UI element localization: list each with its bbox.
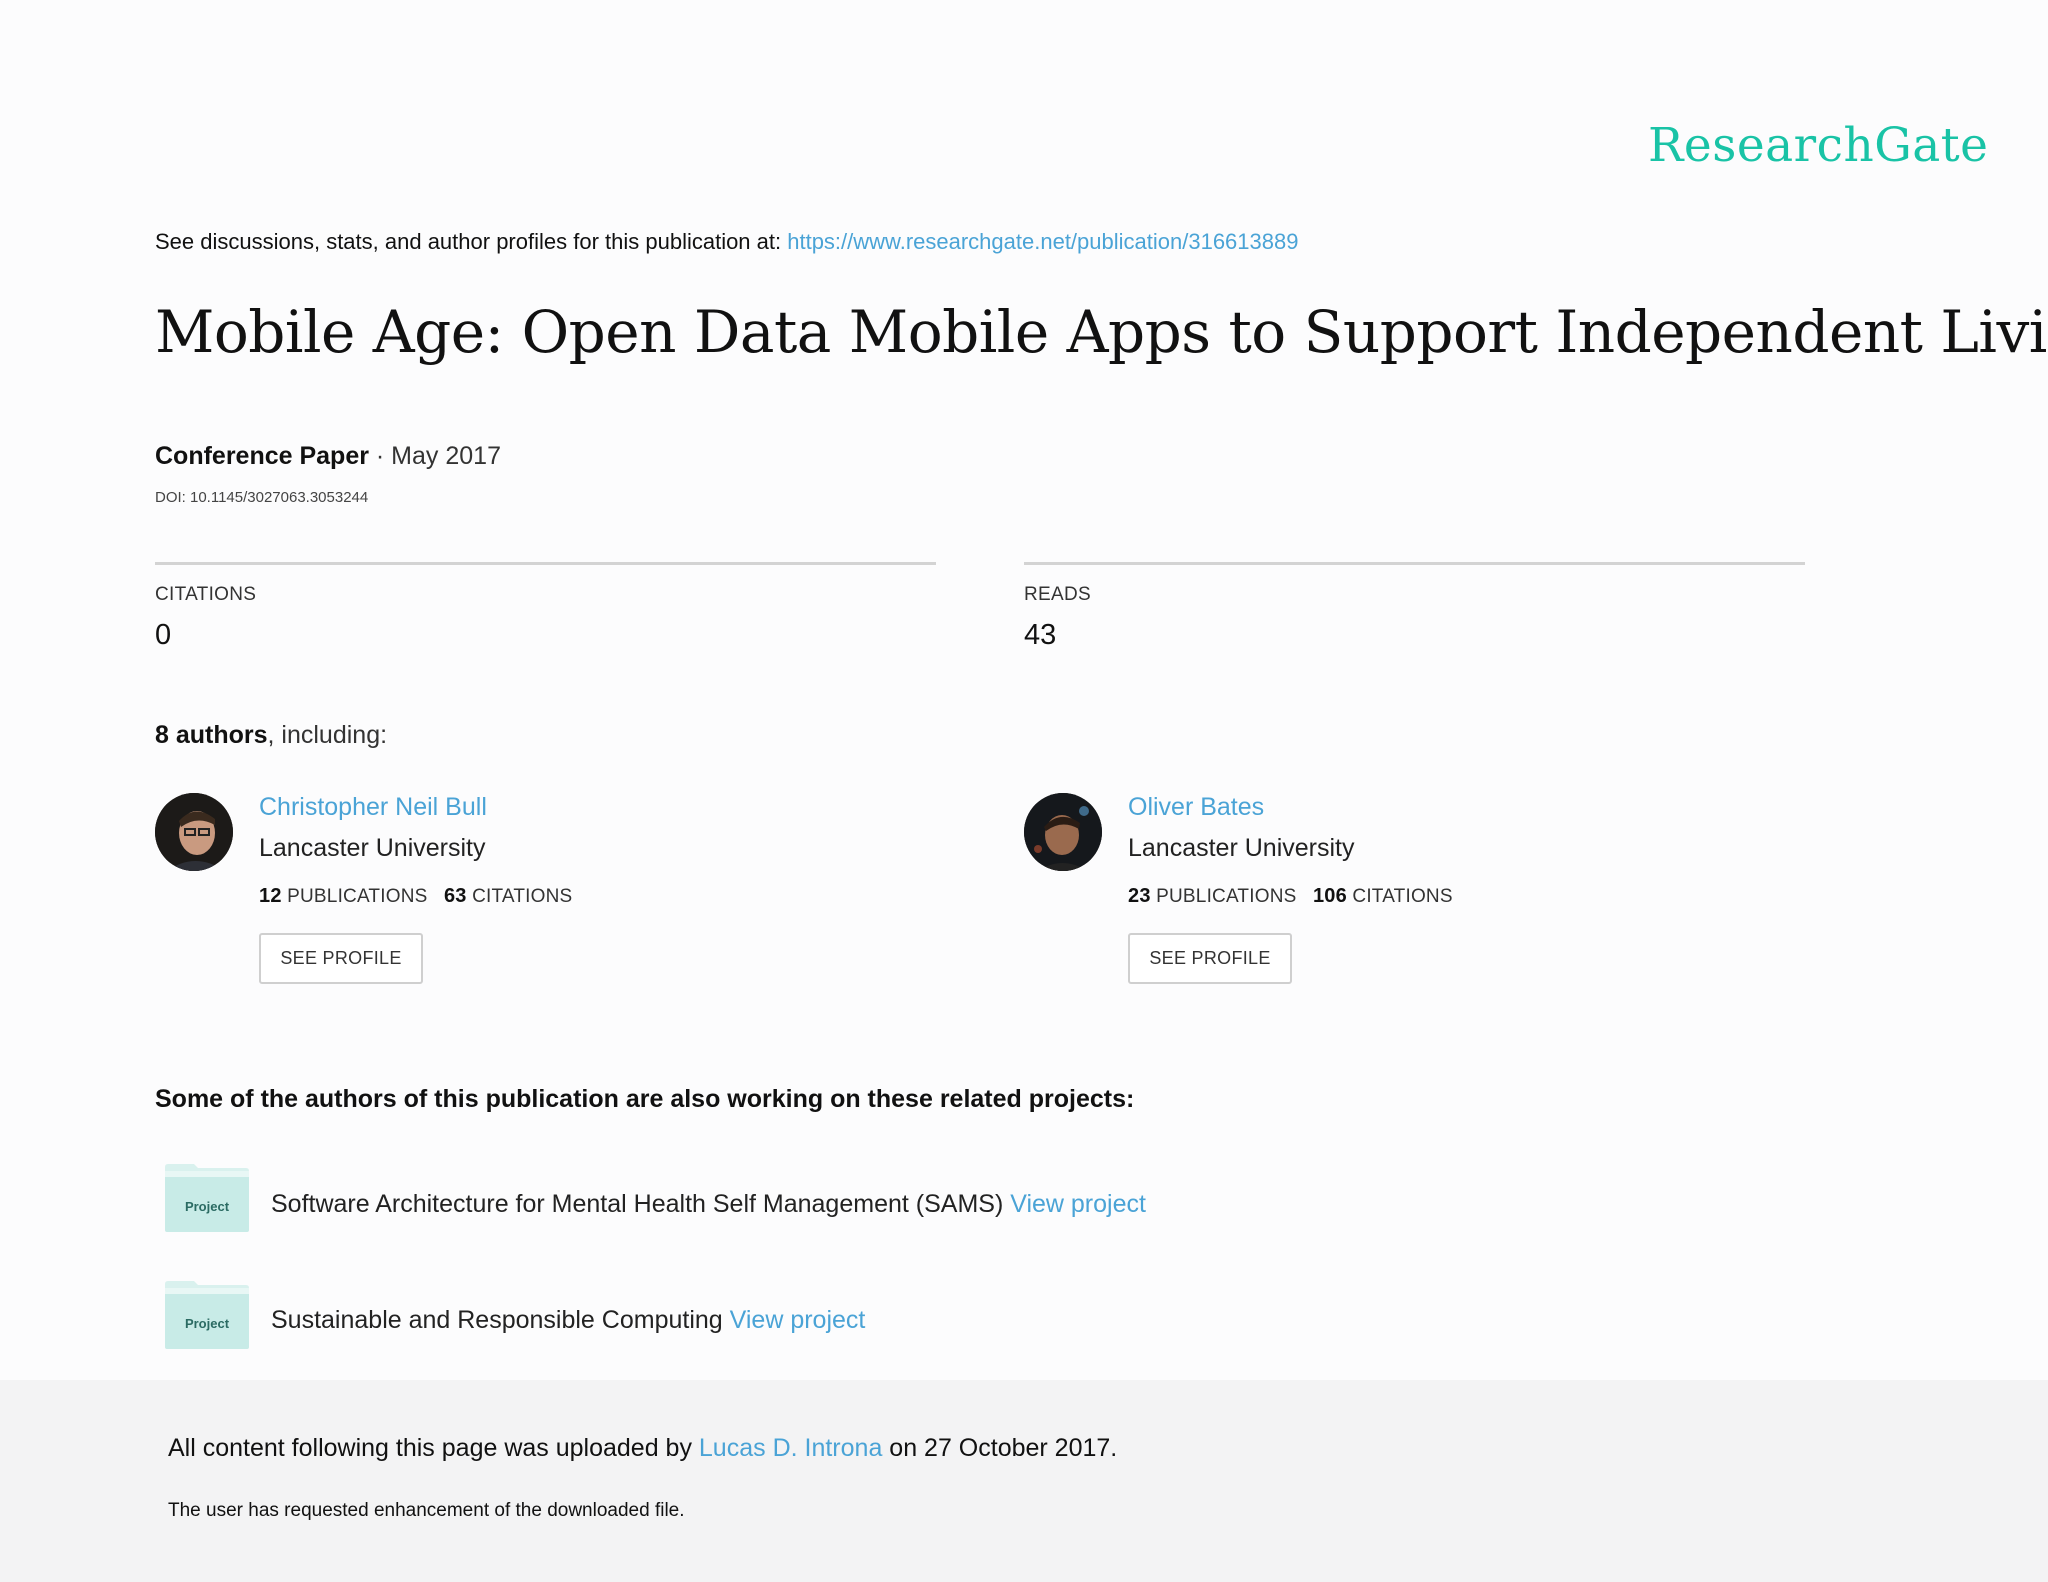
reads-value: 43 — [1024, 619, 1057, 651]
author-affiliation: Lancaster University — [1128, 834, 1355, 862]
svg-text:Project: Project — [185, 1199, 230, 1214]
author-publications-count: 23 — [1128, 885, 1151, 907]
project-title: Sustainable and Responsible Computing — [271, 1306, 730, 1334]
see-profile-button[interactable]: SEE PROFILE — [1128, 933, 1292, 984]
author-affiliation: Lancaster University — [259, 834, 486, 862]
project-folder-icon: Project — [164, 1163, 250, 1233]
project-title: Software Architecture for Mental Health … — [271, 1190, 1011, 1218]
researchgate-logo[interactable]: ResearchGate — [1648, 118, 1989, 173]
citations-divider — [155, 562, 936, 565]
enhancement-request-note: The user has requested enhancement of th… — [168, 1500, 685, 1521]
see-text: See discussions, stats, and author profi… — [155, 229, 788, 254]
publication-link-line: See discussions, stats, and author profi… — [155, 229, 1298, 255]
upload-info: All content following this page was uplo… — [168, 1434, 1117, 1463]
publication-title: Mobile Age: Open Data Mobile Apps to Sup… — [155, 298, 2048, 366]
view-project-link[interactable]: View project — [730, 1306, 866, 1334]
citations-label: CITATIONS — [155, 584, 257, 605]
reads-label: READS — [1024, 584, 1091, 605]
avatar[interactable] — [155, 793, 233, 871]
authors-count-line: 8 authors, including: — [155, 721, 387, 750]
publication-date: · May 2017 — [368, 442, 501, 470]
uploader-link[interactable]: Lucas D. Introna — [699, 1434, 882, 1462]
author-stats: 23 PUBLICATIONS 106 CITATIONS — [1128, 885, 1453, 908]
author-citations-label: CITATIONS — [472, 886, 573, 907]
avatar-photo-icon — [1024, 793, 1102, 871]
upload-prefix: All content following this page was uplo… — [168, 1434, 699, 1462]
related-projects-heading: Some of the authors of this publication … — [155, 1085, 1135, 1113]
publication-type-line: Conference Paper · May 2017 — [155, 442, 501, 471]
see-profile-button[interactable]: SEE PROFILE — [259, 933, 423, 984]
authors-including: , including: — [267, 721, 388, 749]
author-publications-label: PUBLICATIONS — [287, 886, 428, 907]
project-item: Software Architecture for Mental Health … — [271, 1190, 1146, 1219]
footer — [0, 1380, 2048, 1582]
author-publications-label: PUBLICATIONS — [1156, 886, 1297, 907]
author-stats: 12 PUBLICATIONS 63 CITATIONS — [259, 885, 572, 908]
upload-date: on 27 October 2017. — [882, 1434, 1118, 1462]
authors-count: 8 authors — [155, 721, 268, 749]
view-project-link[interactable]: View project — [1010, 1190, 1146, 1218]
author-name-link[interactable]: Christopher Neil Bull — [259, 793, 487, 822]
svg-text:Project: Project — [185, 1316, 230, 1331]
doi: DOI: 10.1145/3027063.3053244 — [155, 489, 369, 506]
author-citations-count: 106 — [1312, 885, 1347, 907]
reads-divider — [1024, 562, 1805, 565]
citations-value: 0 — [155, 619, 172, 651]
avatar-photo-icon — [155, 793, 233, 871]
author-citations-label: CITATIONS — [1352, 886, 1453, 907]
project-folder-icon: Project — [164, 1280, 250, 1350]
author-publications-count: 12 — [259, 885, 282, 907]
publication-type: Conference Paper — [155, 442, 369, 470]
author-name-link[interactable]: Oliver Bates — [1128, 793, 1264, 822]
author-citations-count: 63 — [443, 885, 467, 907]
avatar[interactable] — [1024, 793, 1102, 871]
project-item: Sustainable and Responsible Computing Vi… — [271, 1306, 865, 1335]
publication-url-link[interactable]: https://www.researchgate.net/publication… — [787, 229, 1298, 254]
